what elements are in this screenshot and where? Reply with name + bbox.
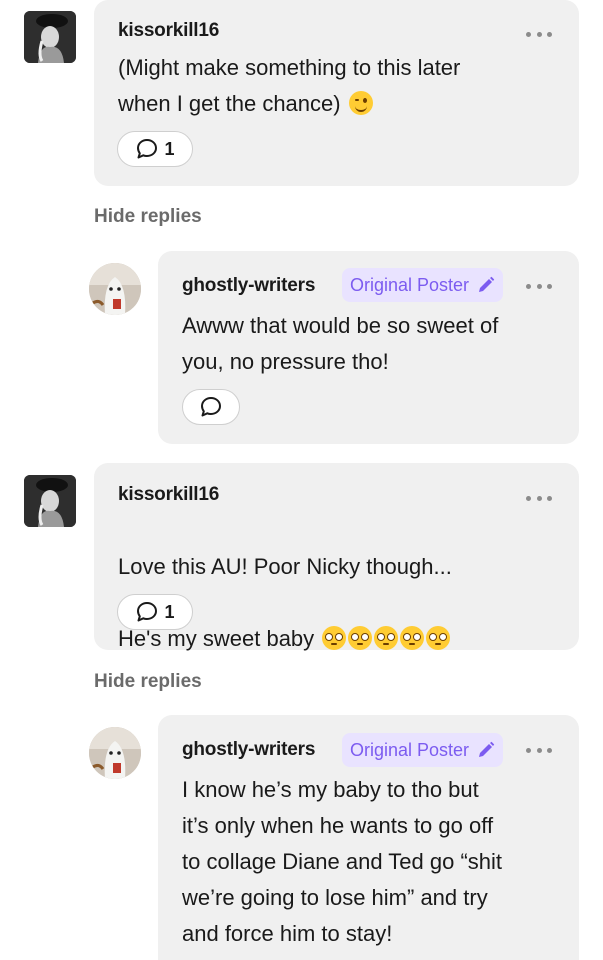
reply-username[interactable]: ghostly-writers	[182, 275, 315, 297]
more-options-icon[interactable]	[526, 30, 552, 38]
reply-button[interactable]: 1	[117, 594, 193, 630]
avatar-kissorkill16[interactable]	[24, 11, 76, 63]
reply-button[interactable]: 1	[117, 131, 193, 167]
more-options-icon[interactable]	[526, 494, 552, 502]
comment-bubble-icon	[201, 397, 221, 417]
pleading-face-emoji	[426, 626, 451, 650]
hide-replies-link[interactable]: Hide replies	[94, 206, 202, 228]
reply-button[interactable]	[182, 389, 240, 425]
comment-text-line: Love this AU! Poor Nicky though...	[118, 554, 452, 579]
original-poster-badge: Original Poster	[342, 733, 504, 767]
reply-bubble: ghostly-writers Original Poster I know h…	[158, 715, 579, 960]
avatar-ghostly-writers[interactable]	[89, 727, 141, 779]
comment-bubble-icon	[137, 602, 158, 622]
reply-count: 1	[164, 601, 175, 622]
comment-text-content: (Might make something to this later when…	[118, 55, 461, 116]
comment-bubble: kissorkill16 (Might make something to th…	[94, 0, 579, 186]
badge-label: Original Poster	[350, 739, 470, 760]
more-options-icon[interactable]	[526, 282, 552, 290]
reply-username[interactable]: ghostly-writers	[182, 739, 315, 761]
comment-bubble: kissorkill16 Love this AU! Poor Nicky th…	[94, 463, 579, 651]
original-poster-badge: Original Poster	[342, 268, 504, 302]
reply-bubble: ghostly-writers Original Poster Awww tha…	[158, 251, 579, 444]
pleading-face-emoji	[322, 626, 347, 650]
comment-username[interactable]: kissorkill16	[118, 484, 219, 506]
pleading-face-emoji	[400, 626, 425, 650]
reply-text: I know he’s my baby to tho but it’s only…	[182, 777, 503, 946]
reply-count: 1	[164, 138, 175, 159]
reply-text: Awww that would be so sweet of you, no p…	[182, 313, 499, 374]
hide-replies-link[interactable]: Hide replies	[94, 671, 202, 693]
more-options-icon[interactable]	[526, 746, 552, 754]
pleading-face-emoji	[374, 626, 399, 650]
avatar-ghostly-writers[interactable]	[89, 263, 141, 315]
pencil-icon	[479, 276, 495, 292]
comment-bubble-icon	[137, 139, 158, 159]
comment-username[interactable]: kissorkill16	[118, 20, 219, 42]
comment-text: (Might make something to this later when…	[118, 50, 460, 122]
pleading-face-emoji	[348, 626, 373, 650]
winking-face-emoji	[348, 91, 373, 115]
badge-label: Original Poster	[350, 274, 470, 295]
avatar-kissorkill16[interactable]	[24, 475, 76, 527]
pencil-icon	[479, 741, 495, 757]
